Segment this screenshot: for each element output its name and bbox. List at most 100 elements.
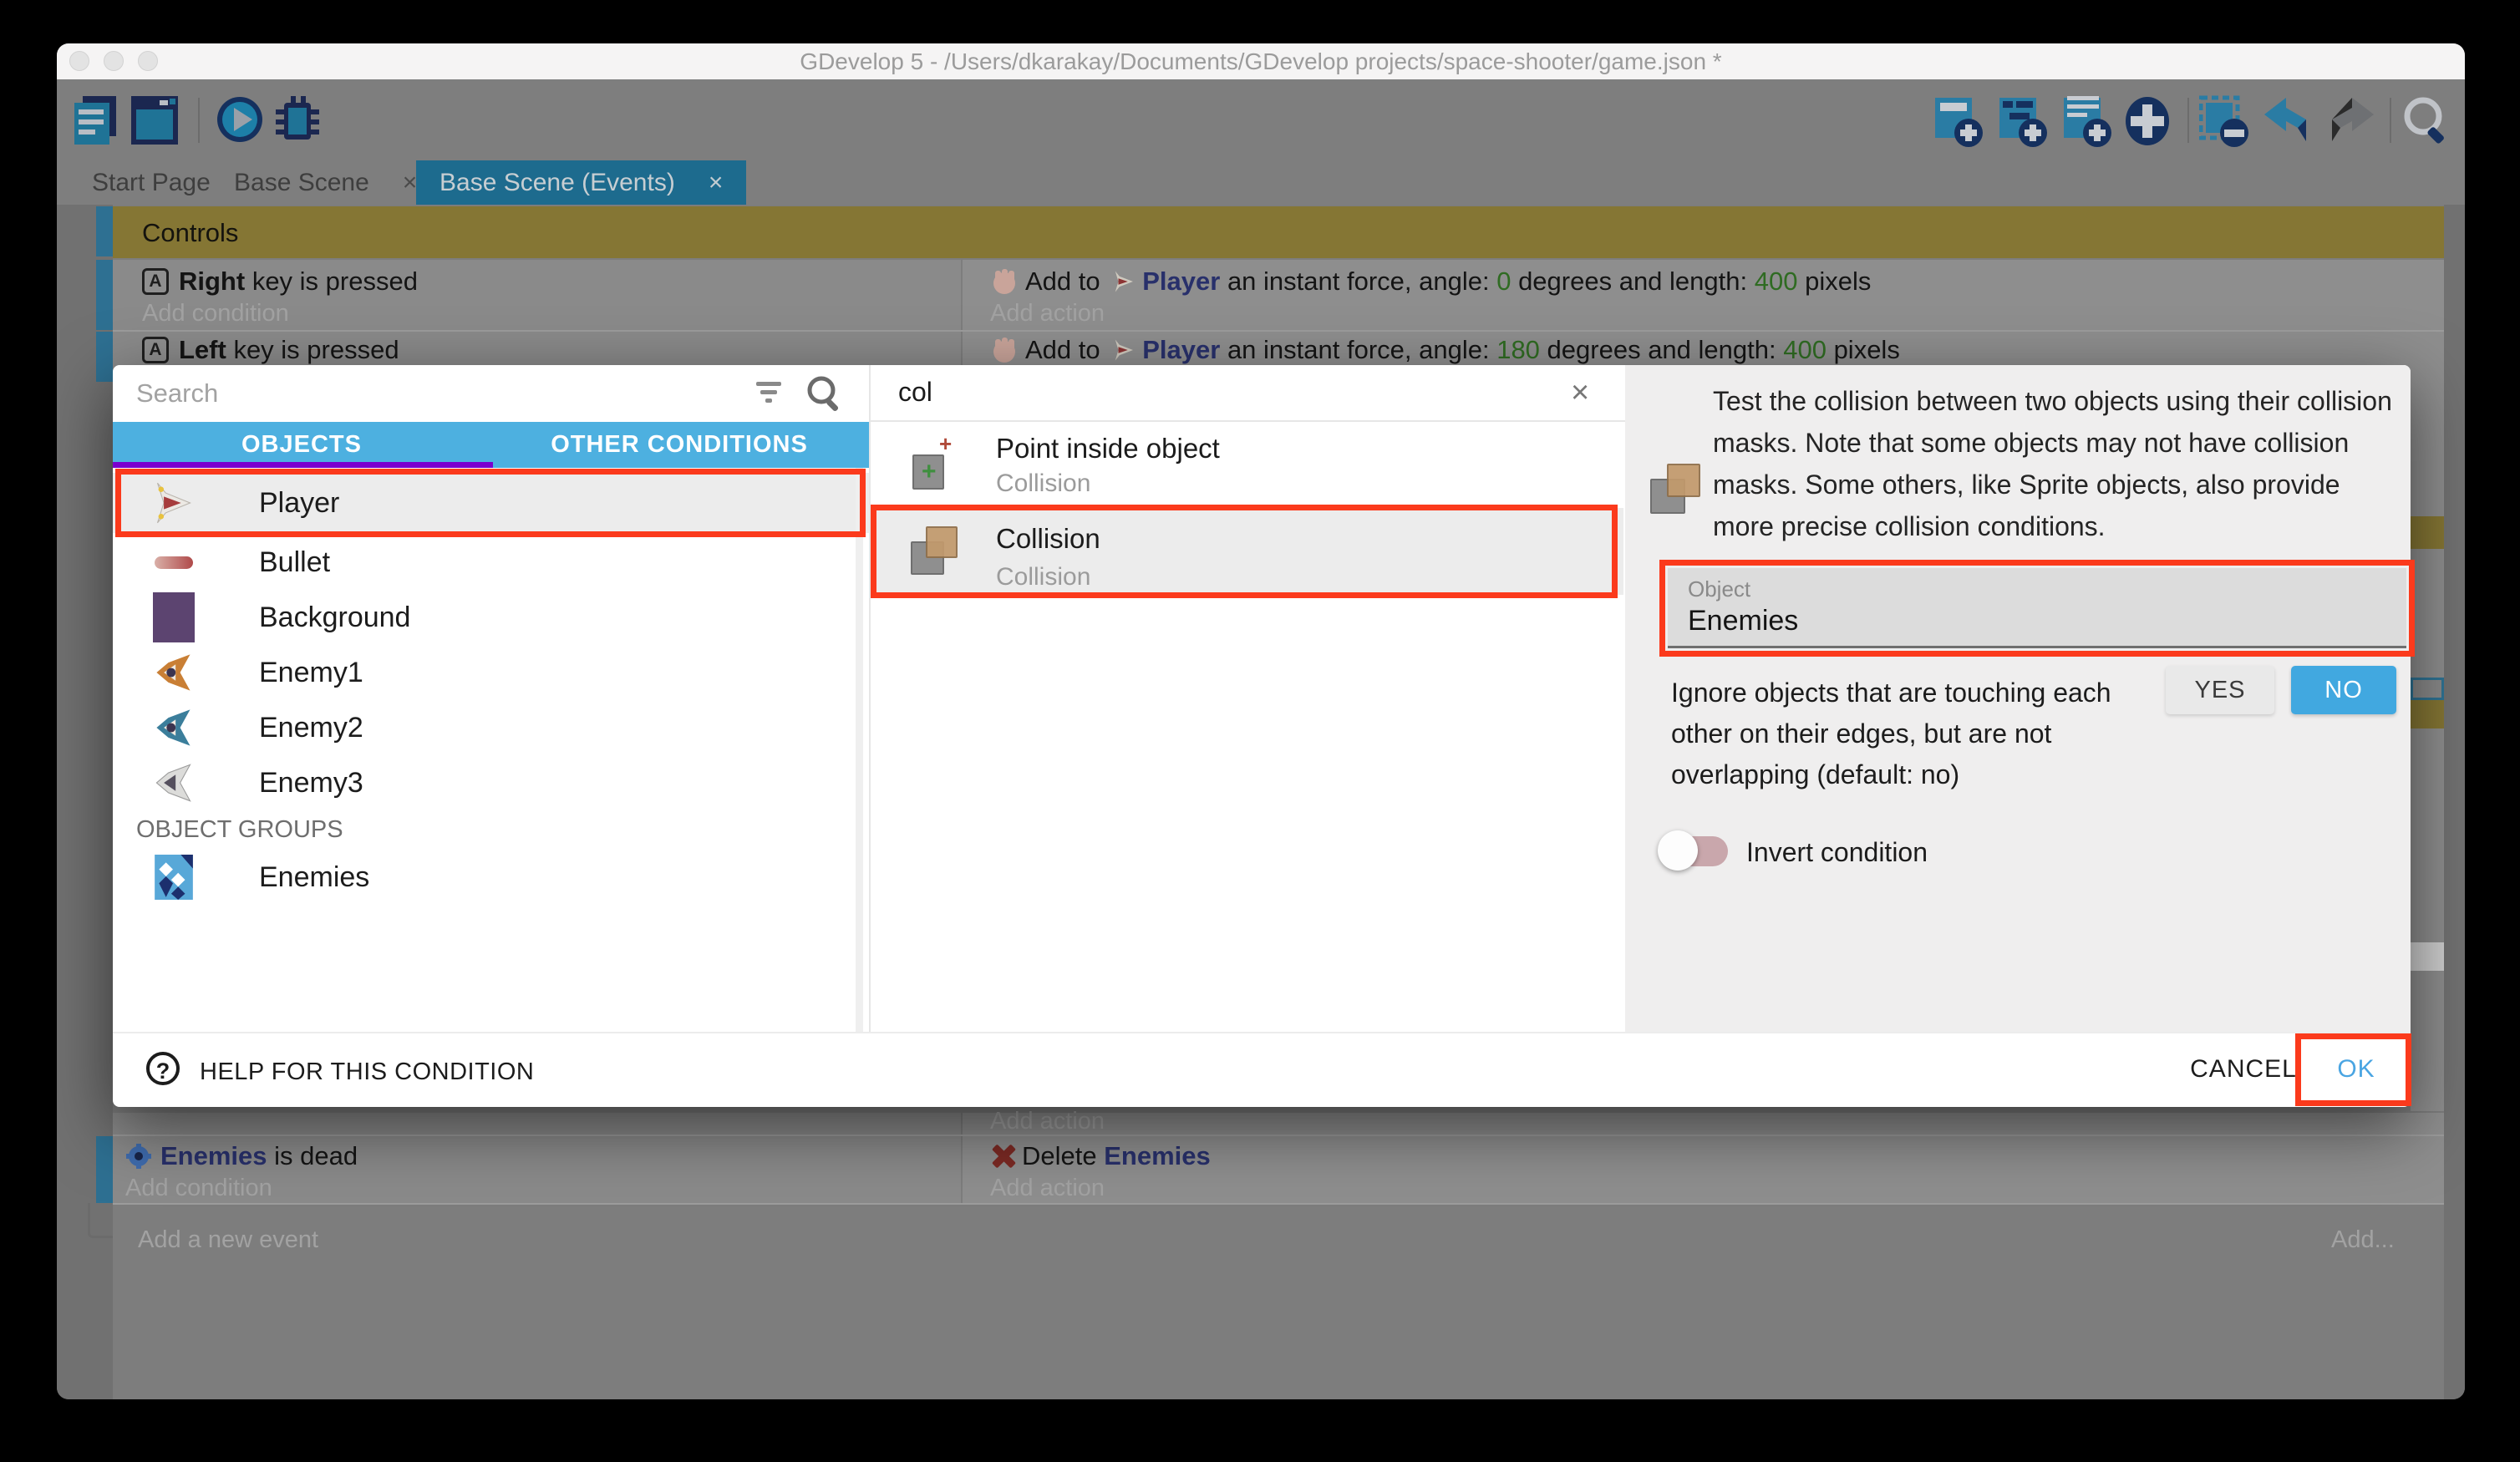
enemies-group-icon <box>150 854 197 901</box>
point-inside-object-icon: + + <box>912 438 963 490</box>
hand-icon <box>990 267 1019 296</box>
player-ship-icon <box>150 480 197 526</box>
background-icon <box>150 594 197 641</box>
event-handle[interactable] <box>96 1136 113 1203</box>
keyboard-icon: A <box>142 268 169 295</box>
toggle-thumb[interactable] <box>1658 830 1698 871</box>
add-condition-link[interactable]: Add condition <box>125 1175 272 1202</box>
collision-icon <box>911 526 964 578</box>
occluded-event-rows <box>2411 365 2444 516</box>
object-label: Enemy3 <box>259 767 363 800</box>
condition-cell[interactable] <box>113 1113 961 1135</box>
action-object: Player <box>1142 267 1220 297</box>
list-scrollbar[interactable] <box>856 468 863 1032</box>
object-field[interactable]: Object Enemies <box>1668 568 2406 648</box>
object-search-input[interactable]: Search <box>136 378 218 409</box>
undo-icon[interactable] <box>2261 94 2311 146</box>
titlebar: GDevelop 5 - /Users/dkarakay/Documents/G… <box>57 43 2465 79</box>
event-handle[interactable] <box>96 260 113 330</box>
condition-cell[interactable]: A Right key is pressed Add condition <box>113 260 961 330</box>
search-events-icon[interactable] <box>2401 94 2451 146</box>
add-action-link[interactable]: Add action <box>990 300 1105 327</box>
condition-search-input[interactable]: col <box>898 377 932 408</box>
zoom-window-button[interactable] <box>138 51 158 71</box>
event-handle[interactable] <box>96 332 113 382</box>
result-subtitle: Collision <box>996 563 1090 591</box>
add-action-link[interactable]: Add action <box>990 1175 1105 1202</box>
occluded-event-rows <box>2411 549 2444 678</box>
collision-icon <box>1650 464 1704 515</box>
ignore-edges-label: Ignore objects that are touching each ot… <box>1671 673 2164 795</box>
tab-other-conditions[interactable]: OTHER CONDITIONS <box>490 422 868 468</box>
tab-label: Base Scene <box>234 169 369 197</box>
condition-cell[interactable]: Enemies is dead Add condition <box>113 1136 961 1203</box>
object-row-player[interactable]: Player <box>113 473 869 533</box>
add-new-event-link[interactable]: Add a new event <box>138 1226 318 1254</box>
add-more-link[interactable]: Add... <box>2331 1226 2395 1254</box>
cancel-button[interactable]: CANCEL <box>2168 1055 2319 1084</box>
object-label: Bullet <box>259 546 330 579</box>
add-action-link[interactable]: Add action <box>990 1108 1105 1135</box>
project-manager-icon[interactable] <box>71 94 121 146</box>
close-window-button[interactable] <box>69 51 89 71</box>
action-cell[interactable]: Add action <box>963 1113 2444 1135</box>
condition-enemies-dead[interactable]: Enemies is dead <box>125 1141 358 1171</box>
filter-icon[interactable] <box>756 382 785 405</box>
object-row-enemy1[interactable]: Enemy1 <box>113 645 869 700</box>
add-event-icon[interactable] <box>1933 94 1984 146</box>
group-row-enemies[interactable]: Enemies <box>113 848 869 906</box>
comment-text: Controls <box>142 218 238 248</box>
delete-event-icon[interactable] <box>2199 94 2249 146</box>
debug-icon[interactable] <box>272 94 323 146</box>
object-row-bullet[interactable]: Bullet <box>113 535 869 590</box>
action-cell[interactable]: Delete Enemies Add action <box>963 1136 2444 1203</box>
clear-search-icon[interactable]: × <box>1571 375 1589 411</box>
action-text: an instant force, angle: <box>1220 267 1496 297</box>
action-cell[interactable]: Add to Player an instant force, angle: 0… <box>963 260 2444 330</box>
condition-text: key is pressed <box>226 335 399 365</box>
result-collision[interactable]: Collision Collision <box>871 508 1623 595</box>
add-condition-link[interactable]: Add condition <box>142 300 289 327</box>
toolbar-divider <box>2187 98 2189 143</box>
action-add-force[interactable]: Add to Player an instant force, angle: 1… <box>990 335 1900 365</box>
yes-button[interactable]: YES <box>2166 666 2274 714</box>
close-tab-icon[interactable]: × <box>709 169 724 197</box>
no-button[interactable]: NO <box>2291 666 2396 714</box>
object-field-label: Object <box>1688 576 1750 602</box>
ok-button[interactable]: OK <box>2319 1055 2394 1084</box>
add-new-icon[interactable] <box>2123 94 2173 146</box>
invert-condition-label: Invert condition <box>1746 837 1928 868</box>
row-divider <box>113 1203 2444 1205</box>
event-handle[interactable] <box>96 206 113 256</box>
help-link[interactable]: HELP FOR THIS CONDITION <box>200 1058 534 1086</box>
action-add-force[interactable]: Add to Player an instant force, angle: 0… <box>990 267 1871 297</box>
action-text: degrees and length: <box>1511 267 1754 297</box>
action-text: Delete <box>1022 1141 1104 1171</box>
condition-right-key[interactable]: A Right key is pressed <box>142 267 418 297</box>
comment-event[interactable]: Controls <box>113 206 2444 258</box>
object-row-enemy2[interactable]: Enemy2 <box>113 700 869 755</box>
add-subevent-icon[interactable] <box>1998 94 2048 146</box>
minimize-window-button[interactable] <box>104 51 124 71</box>
close-tab-icon[interactable]: × <box>403 169 418 197</box>
tab-base-scene-events[interactable]: Base Scene (Events)× <box>416 160 746 205</box>
redo-icon[interactable] <box>2325 94 2375 146</box>
play-icon[interactable] <box>216 94 266 146</box>
action-delete-enemies[interactable]: Delete Enemies <box>990 1141 1211 1171</box>
events-right-margin <box>2444 205 2465 1399</box>
player-ship-icon <box>1112 338 1137 363</box>
help-icon[interactable]: ? <box>146 1052 180 1085</box>
condition-left-key[interactable]: A Left key is pressed <box>142 335 399 365</box>
scene-editor-icon[interactable] <box>130 94 180 146</box>
object-variable-icon <box>125 1143 152 1170</box>
condition-text: is dead <box>267 1141 358 1171</box>
action-text: Add to <box>1025 335 1107 365</box>
result-point-inside-object[interactable]: + + Point inside object Collision <box>871 426 1623 505</box>
add-comment-icon[interactable] <box>2062 94 2112 146</box>
object-row-enemy3[interactable]: Enemy3 <box>113 755 869 810</box>
object-row-background[interactable]: Background <box>113 590 869 645</box>
tab-base-scene[interactable]: Base Scene × <box>209 160 442 205</box>
player-ship-icon <box>1112 269 1137 294</box>
tab-objects[interactable]: OBJECTS <box>113 422 490 468</box>
tab-label: Start Page <box>92 169 211 197</box>
